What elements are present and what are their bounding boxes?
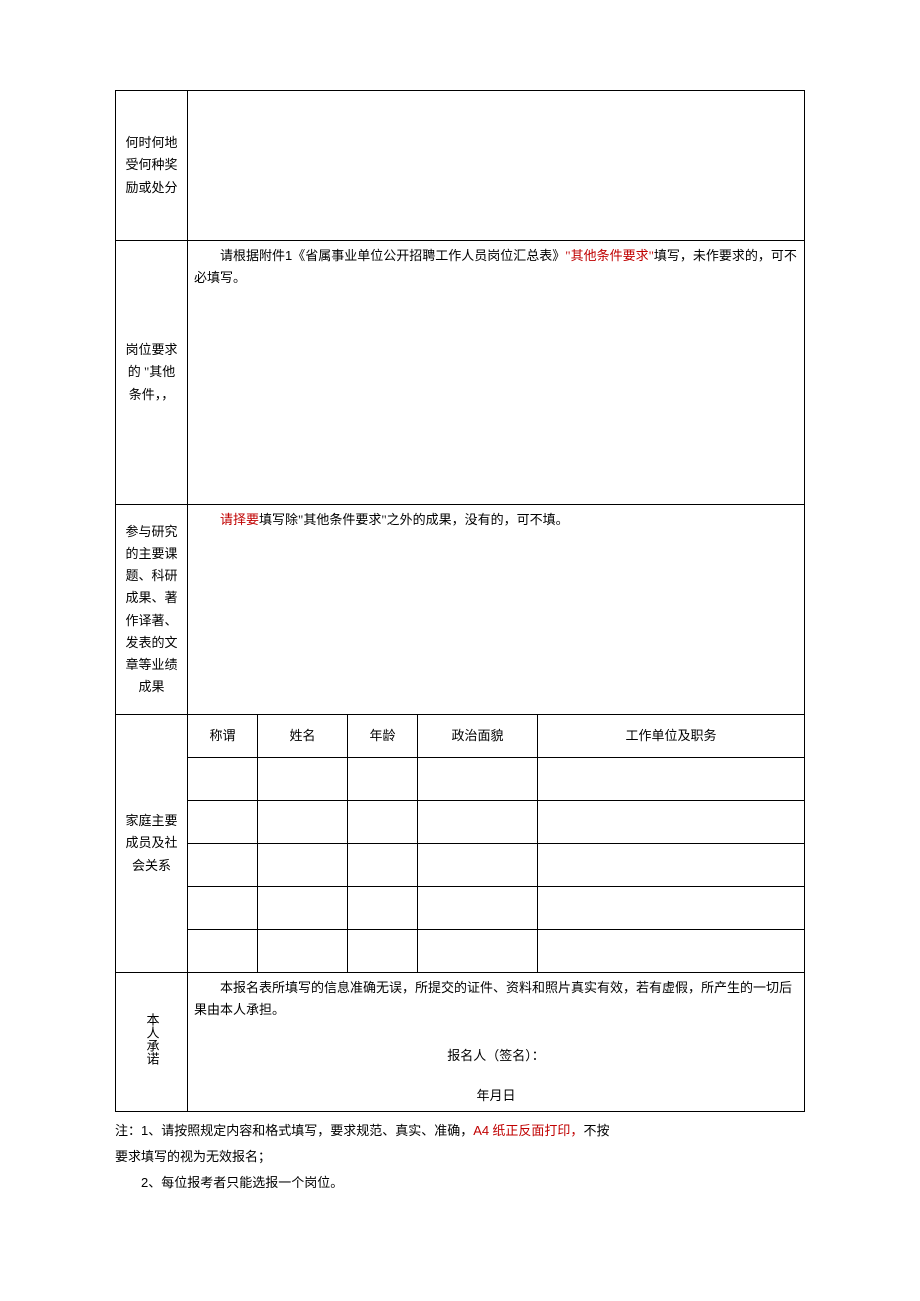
family-row[interactable] [116,930,805,973]
date-line: 年月日 [194,1085,798,1107]
label-family: 家庭主要成员及社会关系 [116,715,188,973]
label-research: 参与研究的主要课题、科研成果、著作译著、发表的文章等业绩成果 [116,505,188,715]
label-awards: 何时何地受何种奖励或处分 [116,91,188,241]
signature-line: 报名人（签名）： [194,1045,798,1067]
family-header-workunit: 工作单位及职务 [538,715,805,758]
family-row[interactable] [116,887,805,930]
family-row[interactable] [116,801,805,844]
note-2: 2、每位报考者只能选报一个岗位。 [115,1170,805,1196]
label-other-conditions: 岗位要求的 "其他条件，， [116,241,188,505]
cell-awards-content[interactable] [188,91,805,241]
footer-notes: 注：1、请按照规定内容和格式填写，要求规范、真实、准确，A4 纸正反面打印，不按… [115,1118,805,1196]
application-form-table: 何时何地受何种奖励或处分 岗位要求的 "其他条件，， 请根据附件1《省属事业单位… [115,90,805,1112]
cell-declaration[interactable]: 本报名表所填写的信息准确无误，所提交的证件、资料和照片真实有效，若有虚假，所产生… [188,973,805,1112]
family-header-relation: 称谓 [188,715,258,758]
family-header-name: 姓名 [258,715,348,758]
instr-other-conditions: 请根据附件1《省属事业单位公开招聘工作人员岗位汇总表》"其他条件要求"填写，未作… [194,245,798,289]
note-1-line-2: 要求填写的视为无效报名； [115,1144,805,1170]
family-row[interactable] [116,844,805,887]
declaration-text: 本报名表所填写的信息准确无误，所提交的证件、资料和照片真实有效，若有虚假，所产生… [194,977,798,1021]
note-1-line-1: 注：1、请按照规定内容和格式填写，要求规范、真实、准确，A4 纸正反面打印，不按 [115,1118,805,1144]
label-declaration: 本人承诺 [116,973,188,1112]
family-header-age: 年龄 [348,715,418,758]
family-row[interactable] [116,758,805,801]
cell-other-conditions-content[interactable]: 请根据附件1《省属事业单位公开招聘工作人员岗位汇总表》"其他条件要求"填写，未作… [188,241,805,505]
family-header-politics: 政治面貌 [418,715,538,758]
document-page: 何时何地受何种奖励或处分 岗位要求的 "其他条件，， 请根据附件1《省属事业单位… [0,0,920,1276]
cell-research-content[interactable]: 请择要填写除"其他条件要求"之外的成果，没有的，可不填。 [188,505,805,715]
instr-research: 请择要填写除"其他条件要求"之外的成果，没有的，可不填。 [194,509,798,531]
